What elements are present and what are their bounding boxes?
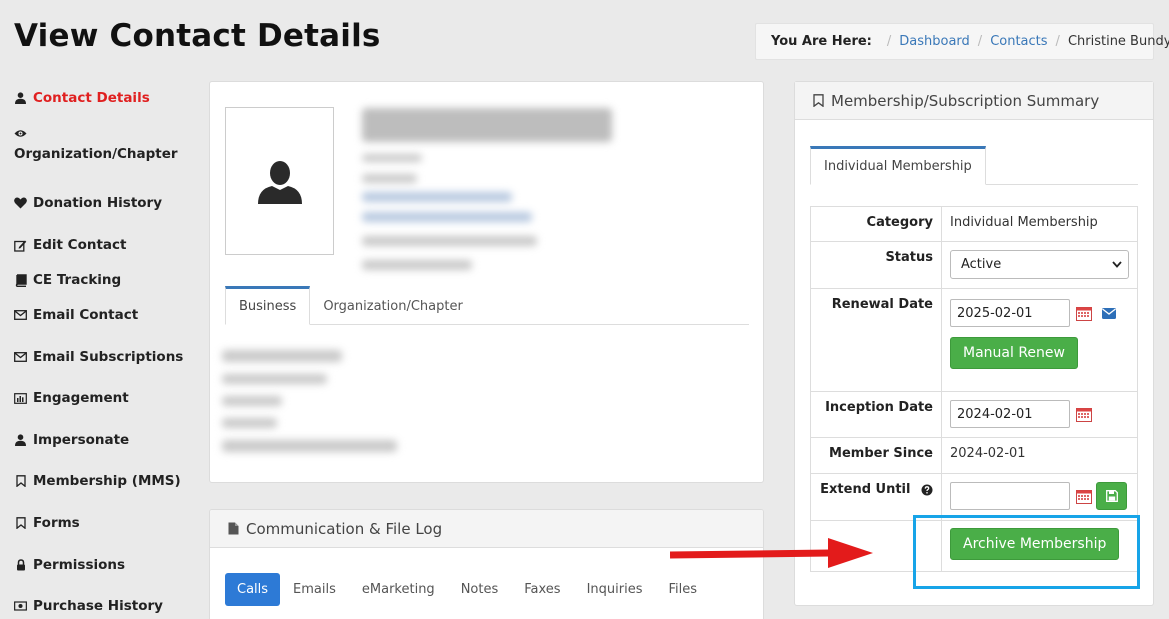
status-select[interactable]: Active bbox=[950, 250, 1129, 279]
table-row: Renewal Date 2025-02-01 Manual Renew bbox=[810, 288, 1138, 392]
annotation-arrow bbox=[670, 538, 873, 568]
money-icon bbox=[14, 600, 27, 613]
sidebar-item-organization[interactable]: Organization/Chapter bbox=[14, 127, 178, 162]
heart-icon bbox=[14, 197, 27, 210]
bookmark-icon bbox=[813, 94, 824, 107]
blurred-text bbox=[222, 418, 277, 428]
communication-tabs: Calls Emails eMarketing Notes Faxes Inqu… bbox=[225, 573, 710, 606]
tab-emails[interactable]: Emails bbox=[280, 573, 349, 606]
breadcrumb-label: You Are Here: bbox=[771, 34, 872, 49]
sidebar-item-ce-tracking[interactable]: CE Tracking bbox=[14, 272, 121, 288]
breadcrumb-current: Christine Bundy bbox=[1067, 34, 1169, 49]
inception-date-input[interactable]: 2024-02-01 bbox=[950, 400, 1070, 428]
question-circle-icon[interactable] bbox=[921, 484, 933, 496]
avatar-placeholder-icon bbox=[257, 161, 302, 204]
bookmark-icon bbox=[14, 475, 27, 488]
user-icon bbox=[14, 434, 27, 447]
table-row: Member Since 2024-02-01 bbox=[810, 437, 1138, 474]
blurred-text bbox=[222, 374, 327, 384]
contact-info-panel: Business Organization/Chapter bbox=[209, 81, 764, 483]
sidebar-item-impersonate[interactable]: Impersonate bbox=[14, 432, 129, 448]
sidebar-item-email-subscriptions[interactable]: Email Subscriptions bbox=[14, 349, 183, 365]
contact-photo bbox=[225, 107, 334, 255]
floppy-disk-icon bbox=[1105, 490, 1118, 502]
eye-icon bbox=[14, 127, 27, 140]
table-row: Category Individual Membership bbox=[810, 206, 1138, 242]
bar-chart-icon bbox=[14, 392, 27, 405]
member-since-value: 2024-02-01 bbox=[941, 437, 1138, 474]
sidebar-item-permissions[interactable]: Permissions bbox=[14, 557, 125, 573]
save-extend-button[interactable] bbox=[1096, 482, 1127, 510]
breadcrumb: You Are Here: / Dashboard / Contacts / C… bbox=[755, 23, 1169, 60]
sidebar-item-engagement[interactable]: Engagement bbox=[14, 390, 129, 406]
blurred-text bbox=[362, 154, 422, 162]
blurred-link bbox=[362, 212, 532, 222]
lock-icon bbox=[14, 559, 27, 572]
tab-faxes[interactable]: Faxes bbox=[511, 573, 573, 606]
blurred-text bbox=[362, 174, 417, 183]
breadcrumb-contacts[interactable]: Contacts bbox=[990, 34, 1047, 49]
breadcrumb-dashboard[interactable]: Dashboard bbox=[899, 34, 970, 49]
blurred-text bbox=[222, 440, 397, 452]
calendar-icon[interactable] bbox=[1076, 306, 1092, 321]
file-icon bbox=[228, 522, 239, 535]
tab-calls[interactable]: Calls bbox=[225, 573, 281, 606]
page-title: View Contact Details bbox=[14, 18, 381, 54]
tab-organization-chapter[interactable]: Organization/Chapter bbox=[310, 286, 475, 324]
sidebar-item-forms[interactable]: Forms bbox=[14, 515, 80, 531]
calendar-icon[interactable] bbox=[1076, 407, 1092, 422]
tab-notes[interactable]: Notes bbox=[448, 573, 512, 606]
category-label: Category bbox=[810, 206, 942, 242]
contact-tabs: Business Organization/Chapter bbox=[225, 286, 749, 325]
extend-until-label: Extend Until bbox=[820, 482, 911, 497]
sidebar-item-email-contact[interactable]: Email Contact bbox=[14, 307, 138, 323]
tab-inquiries[interactable]: Inquiries bbox=[574, 573, 656, 606]
calendar-icon[interactable] bbox=[1076, 489, 1092, 504]
tab-emarketing[interactable]: eMarketing bbox=[349, 573, 448, 606]
blurred-text bbox=[362, 236, 537, 246]
tab-business[interactable]: Business bbox=[225, 286, 311, 325]
sidebar-item-membership[interactable]: Membership (MMS) bbox=[14, 473, 181, 489]
blurred-contact-name bbox=[362, 108, 612, 142]
sidebar-item-purchase-history[interactable]: Purchase History bbox=[14, 598, 163, 614]
table-row: Extend Until bbox=[810, 473, 1138, 521]
user-icon bbox=[14, 92, 27, 105]
membership-header: Membership/Subscription Summary bbox=[795, 82, 1153, 120]
table-row: Status Active bbox=[810, 241, 1138, 289]
bookmark-icon bbox=[14, 517, 27, 530]
member-since-label: Member Since bbox=[810, 437, 942, 474]
renewal-date-label: Renewal Date bbox=[810, 288, 942, 392]
tab-individual-membership[interactable]: Individual Membership bbox=[810, 146, 986, 185]
blurred-text bbox=[222, 350, 342, 362]
blurred-text bbox=[222, 396, 282, 406]
inception-date-label: Inception Date bbox=[810, 391, 942, 438]
envelope-icon bbox=[14, 309, 27, 322]
extend-until-input[interactable] bbox=[950, 482, 1070, 510]
tab-files[interactable]: Files bbox=[655, 573, 710, 606]
blurred-link bbox=[362, 192, 512, 202]
sidebar-item-contact-details[interactable]: Contact Details bbox=[14, 90, 150, 106]
chevron-down-icon bbox=[1112, 257, 1122, 272]
envelope-icon bbox=[14, 351, 27, 364]
edit-icon bbox=[14, 239, 27, 252]
sidebar-item-edit-contact[interactable]: Edit Contact bbox=[14, 237, 126, 253]
renewal-date-input[interactable]: 2025-02-01 bbox=[950, 299, 1070, 327]
sidebar-item-donation-history[interactable]: Donation History bbox=[14, 195, 162, 211]
manual-renew-button[interactable]: Manual Renew bbox=[950, 337, 1078, 369]
category-value: Individual Membership bbox=[941, 206, 1138, 242]
status-label: Status bbox=[810, 241, 942, 289]
highlight-box bbox=[913, 515, 1140, 589]
membership-tabs: Individual Membership bbox=[810, 146, 1138, 185]
book-icon bbox=[14, 273, 27, 287]
table-row: Inception Date 2024-02-01 bbox=[810, 391, 1138, 438]
blurred-text bbox=[362, 260, 472, 270]
envelope-icon[interactable] bbox=[1102, 307, 1116, 319]
